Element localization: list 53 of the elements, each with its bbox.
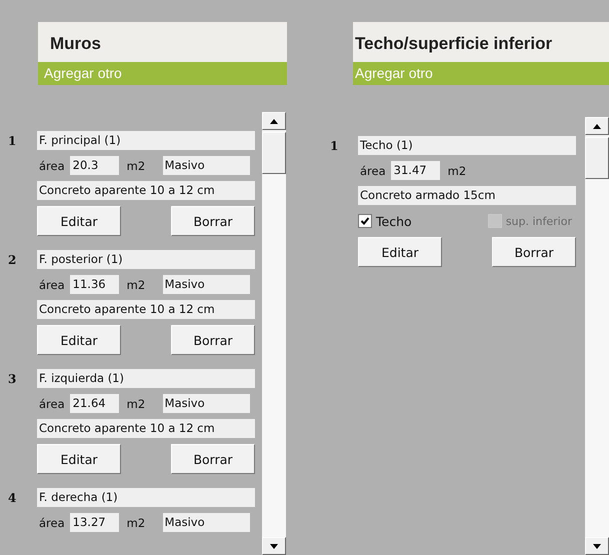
area-field[interactable]: 31.47 [390,161,440,180]
name-field[interactable]: F. principal (1) [37,131,255,150]
delete-button[interactable]: Borrar [171,206,255,236]
panel-title: Techo/superficie inferior [354,33,554,55]
scroll-thumb[interactable] [585,137,609,179]
name-field[interactable]: F. izquierda (1) [37,369,255,388]
edit-button[interactable]: Editar [37,206,121,236]
area-field[interactable]: 21.64 [70,394,119,413]
unit-label: m2 [446,164,468,178]
type-field[interactable]: Masivo [162,156,250,175]
unit-label: m2 [126,278,146,292]
area-field[interactable]: 11.36 [70,275,119,294]
edit-button[interactable]: Editar [37,444,121,474]
scroll-up-icon[interactable] [262,112,286,130]
delete-button[interactable]: Borrar [171,444,255,474]
area-field[interactable]: 13.27 [70,513,119,532]
area-label: área [38,396,66,410]
scrollbar[interactable] [585,117,609,555]
panel-title: Muros [49,33,102,55]
material-field[interactable]: Concreto aparente 10 a 12 cm [37,419,255,438]
edit-button[interactable]: Editar [37,325,121,355]
delete-button[interactable]: Borrar [171,325,255,355]
scrollbar[interactable] [262,112,286,555]
item-number: 2 [7,252,18,269]
material-field[interactable]: Concreto aparente 10 a 12 cm [37,181,255,200]
item-number: 1 [7,133,18,150]
type-field[interactable]: Masivo [162,275,250,294]
type-field[interactable]: Masivo [162,513,250,532]
name-field[interactable]: Techo (1) [358,136,576,155]
name-field[interactable]: F. derecha (1) [37,488,255,507]
unit-label: m2 [126,158,146,172]
unit-label: m2 [126,516,146,530]
material-field[interactable]: Concreto aparente 10 a 12 cm [37,300,255,319]
checkmark-icon [360,216,370,226]
item-number: 1 [329,138,340,155]
scroll-down-icon[interactable] [585,537,609,555]
area-label: área [359,164,387,178]
unit-label: m2 [126,396,146,410]
scroll-thumb[interactable] [262,132,286,174]
name-field[interactable]: F. posterior (1) [37,250,255,269]
item-number: 3 [7,371,18,388]
type-field[interactable]: Masivo [162,394,250,413]
item-number: 4 [7,490,18,507]
area-label: área [38,516,66,530]
material-field[interactable]: Concreto armado 15cm [358,186,576,205]
area-label: área [38,158,66,172]
edit-button[interactable]: Editar [358,237,442,267]
checkbox[interactable]: Techo [358,214,412,228]
delete-button[interactable]: Borrar [492,237,576,267]
scroll-up-icon[interactable] [585,117,609,135]
area-field[interactable]: 20.3 [70,156,119,175]
scroll-down-icon[interactable] [262,537,286,555]
area-label: área [38,278,66,292]
